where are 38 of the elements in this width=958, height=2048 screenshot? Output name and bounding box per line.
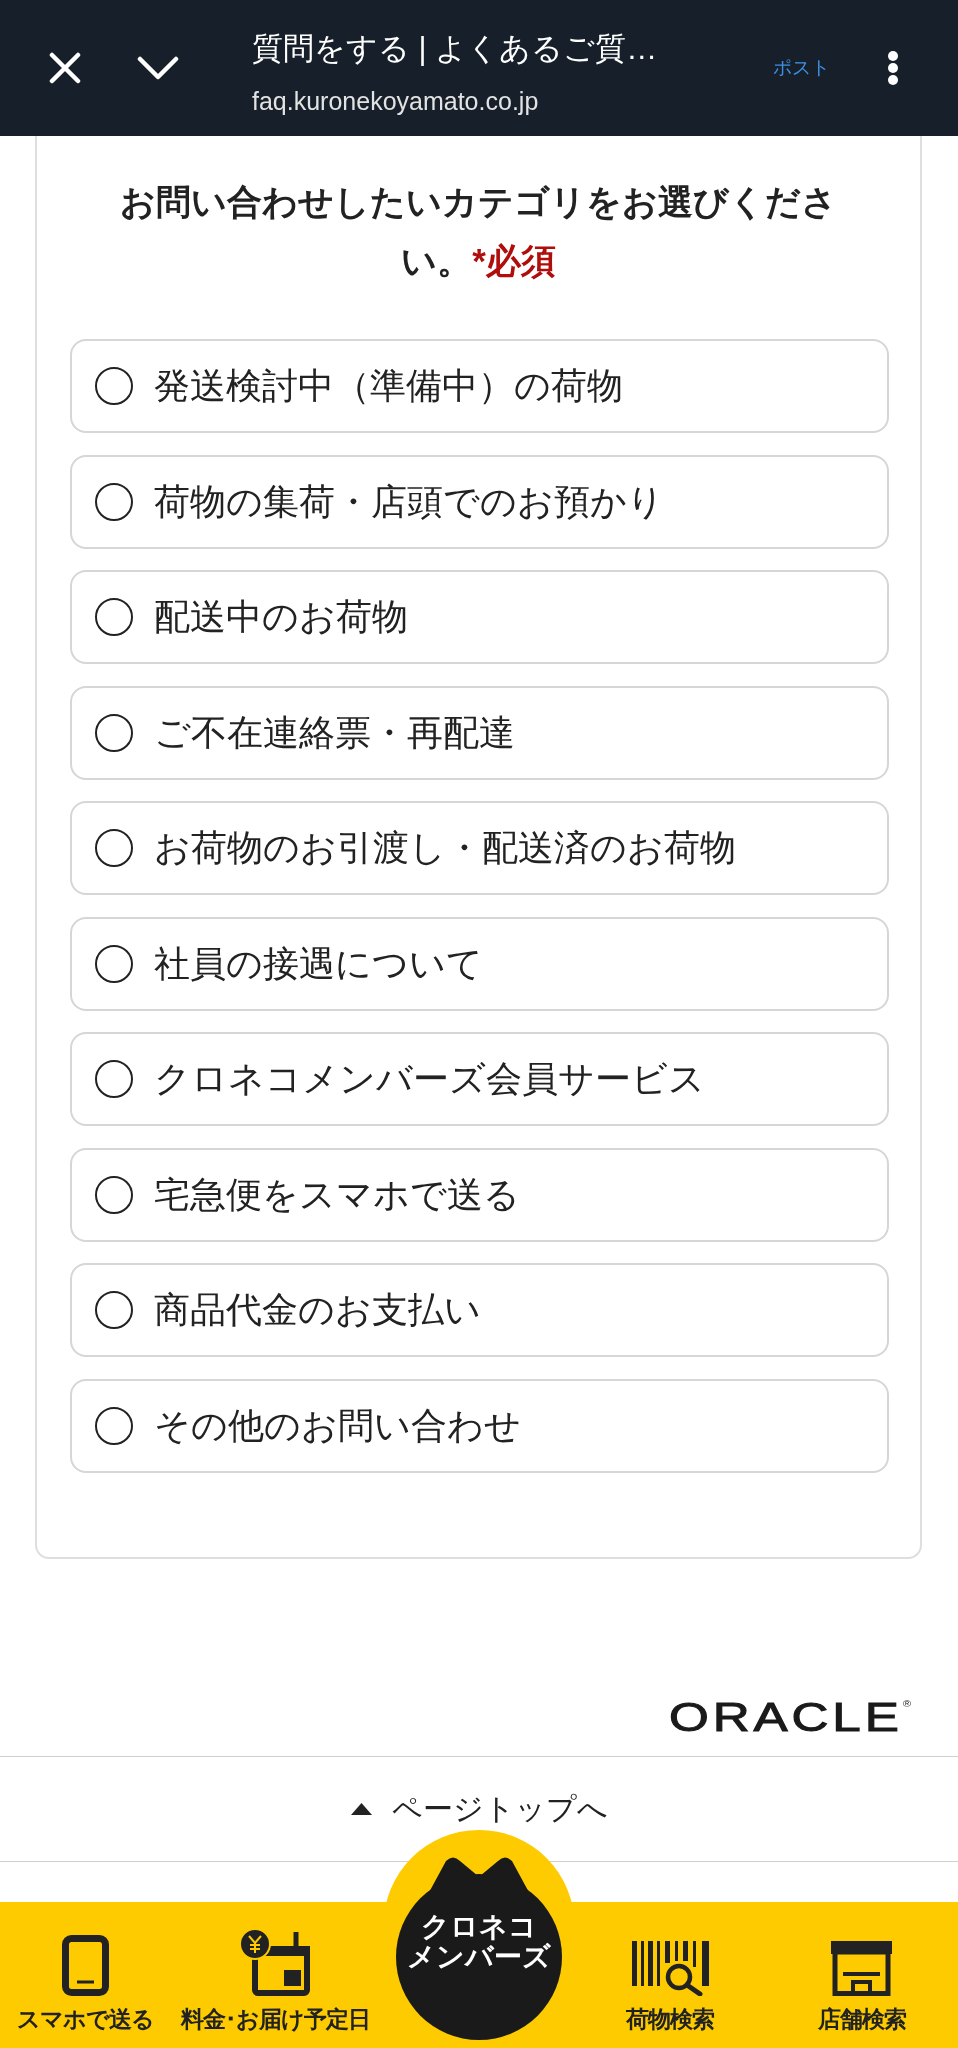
category-option[interactable]: 発送検討中（準備中）の荷物 bbox=[70, 339, 889, 433]
radio-button[interactable] bbox=[95, 1291, 133, 1329]
nav-item[interactable]: 店舗検索 bbox=[817, 1941, 906, 2033]
radio-button[interactable] bbox=[95, 944, 133, 983]
close-icon[interactable] bbox=[49, 52, 81, 84]
radio-button[interactable] bbox=[95, 1175, 133, 1214]
chevron-down-icon[interactable] bbox=[137, 56, 179, 80]
category-option[interactable]: クロネコメンバーズ会員サービス bbox=[70, 1032, 889, 1126]
category-option[interactable]: ご不在連絡票・再配達 bbox=[70, 685, 889, 780]
category-option[interactable]: 宅急便をスマホで送る bbox=[70, 1147, 889, 1242]
radio-button[interactable] bbox=[95, 829, 133, 867]
category-option[interactable]: 社員の接遇について bbox=[70, 916, 889, 1011]
category-option[interactable]: 配送中のお荷物 bbox=[70, 570, 889, 664]
category-option[interactable]: お荷物のお引渡し・配送済のお荷物 bbox=[70, 801, 889, 895]
triangle-up-icon bbox=[350, 1803, 372, 1815]
more-options-icon[interactable] bbox=[888, 51, 898, 85]
radio-button[interactable] bbox=[95, 713, 133, 752]
page-top-link[interactable]: ページトップへ bbox=[350, 1789, 608, 1829]
category-option[interactable]: その他のお問い合わせ bbox=[70, 1378, 889, 1473]
radio-button[interactable] bbox=[95, 598, 133, 636]
radio-button[interactable] bbox=[95, 1406, 133, 1445]
store-icon bbox=[831, 1941, 892, 1996]
phone-icon bbox=[61, 1935, 109, 1996]
page-title: 質問をする | よくあるご質… bbox=[252, 30, 658, 68]
question-heading: お問い合わせしたいカテゴリをお選びください。*必須 bbox=[119, 181, 838, 282]
radio-button[interactable] bbox=[95, 482, 133, 521]
calendar-yen-icon bbox=[240, 1928, 310, 1996]
page-url: faq.kuronekoyamato.co.jp bbox=[252, 86, 539, 116]
radio-button[interactable] bbox=[95, 367, 133, 405]
category-option[interactable]: 商品代金のお支払い bbox=[70, 1263, 889, 1357]
nav-item[interactable]: スマホで送る bbox=[16, 1935, 154, 2033]
post-link[interactable]: ポスト bbox=[773, 56, 830, 80]
radio-button[interactable] bbox=[95, 1060, 133, 1098]
barcode-search-icon bbox=[631, 1941, 709, 1996]
category-option[interactable]: 荷物の集荷・店頭でのお預かり bbox=[70, 454, 889, 549]
oracle-logo: ORACLE$^{®}$ bbox=[668, 1697, 911, 1737]
nav-item[interactable]: 料金･お届け予定日 bbox=[180, 1928, 370, 2033]
nav-item[interactable]: 荷物検索 bbox=[626, 1941, 714, 2033]
